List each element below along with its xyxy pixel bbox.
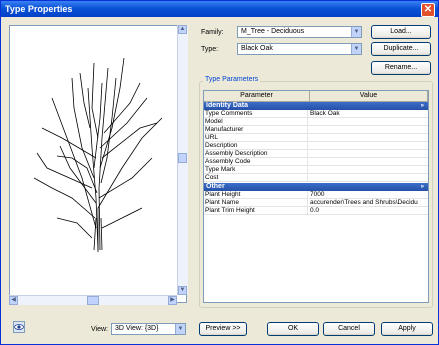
value-column-header[interactable]: Value (310, 91, 428, 102)
window-title: Type Properties (5, 4, 73, 14)
parameter-column-header[interactable]: Parameter (204, 91, 310, 102)
family-label: Family: (201, 29, 224, 36)
parameter-row[interactable]: URL (204, 134, 428, 142)
category-other[interactable]: Other » (204, 183, 428, 191)
scroll-down-icon[interactable]: ▼ (178, 286, 187, 295)
rename-button[interactable]: Rename... (371, 61, 431, 75)
tree-preview (33, 57, 163, 252)
parameter-row[interactable]: Manufacturer (204, 126, 428, 134)
view-select[interactable]: 3D View: {3D} ▼ (111, 323, 186, 335)
cancel-button[interactable]: Cancel (323, 322, 375, 336)
eye-icon[interactable] (13, 321, 25, 333)
scroll-left-icon[interactable]: ◀ (9, 296, 18, 305)
preview-vertical-scrollbar[interactable]: ▲ ▼ (177, 25, 188, 295)
category-title: Identity Data (206, 102, 249, 109)
scroll-thumb[interactable] (178, 153, 187, 163)
parameter-row[interactable]: Plant Name accurender\Trees and Shrubs\De… (204, 199, 428, 207)
parameter-row[interactable]: Model (204, 118, 428, 126)
parameter-row[interactable]: Description (204, 142, 428, 150)
apply-button[interactable]: Apply (381, 322, 433, 336)
chevron-down-icon[interactable]: ▼ (351, 27, 361, 37)
title-bar: Type Properties ✕ (1, 1, 438, 17)
parameter-row[interactable]: Type Comments Black Oak (204, 110, 428, 118)
type-parameters-title: Type Parameters (203, 76, 261, 83)
type-select[interactable]: Black Oak ▼ (237, 43, 362, 55)
preview-pane[interactable] (9, 25, 187, 303)
scroll-thumb[interactable] (87, 296, 99, 305)
view-value: 3D View: {3D} (115, 325, 159, 332)
chevron-down-icon[interactable]: ▼ (351, 44, 361, 54)
parameter-row[interactable]: Plant Trim Height 0.0 (204, 207, 428, 215)
type-properties-dialog: Type Properties ✕ ▲ ▼ ◀ ▶ Family: M_Tree… (0, 0, 439, 345)
family-value: M_Tree - Deciduous (241, 28, 305, 35)
parameter-row[interactable]: Assembly Code (204, 158, 428, 166)
type-label: Type: (201, 46, 219, 53)
view-label: View: (91, 326, 108, 333)
preview-button[interactable]: Preview >> (199, 322, 247, 336)
close-icon[interactable]: ✕ (421, 3, 435, 17)
parameter-row[interactable]: Assembly Description (204, 150, 428, 158)
category-identity-data[interactable]: Identity Data » (204, 102, 428, 110)
duplicate-button[interactable]: Duplicate... (371, 42, 431, 56)
parameter-row[interactable]: Type Mark (204, 166, 428, 174)
scroll-up-icon[interactable]: ▲ (178, 25, 187, 34)
preview-horizontal-scrollbar[interactable]: ◀ ▶ (9, 295, 177, 305)
family-select[interactable]: M_Tree - Deciduous ▼ (237, 26, 362, 38)
collapse-icon[interactable]: » (421, 102, 424, 110)
parameter-row[interactable]: Plant Height 7000 (204, 191, 428, 199)
load-button[interactable]: Load... (371, 25, 431, 39)
type-value: Black Oak (241, 45, 273, 52)
chevron-down-icon[interactable]: ▼ (175, 324, 185, 334)
parameters-grid[interactable]: Parameter Value Identity Data » Type Com… (203, 90, 429, 303)
category-title: Other (206, 183, 225, 190)
ok-button[interactable]: OK (267, 322, 319, 336)
collapse-icon[interactable]: » (421, 183, 424, 191)
scroll-right-icon[interactable]: ▶ (168, 296, 177, 305)
parameter-row[interactable]: Cost (204, 174, 428, 182)
